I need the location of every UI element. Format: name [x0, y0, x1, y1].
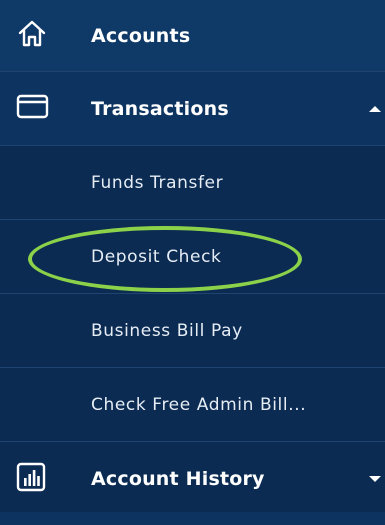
sub-item-funds-transfer[interactable]: Funds Transfer — [0, 146, 385, 220]
bar-chart-icon — [16, 462, 46, 496]
sub-item-label: Funds Transfer — [91, 172, 224, 193]
chevron-down-icon[interactable] — [369, 475, 381, 482]
home-icon — [16, 18, 48, 54]
nav-bottom-strip — [0, 512, 385, 525]
sub-item-label: Check Free Admin Bill... — [91, 394, 307, 415]
sub-item-label: Business Bill Pay — [91, 320, 243, 341]
nav-item-label: Accounts — [91, 24, 191, 47]
nav-item-label: Account History — [91, 467, 265, 490]
nav-item-accounts[interactable]: Accounts — [0, 0, 385, 72]
sub-item-label: Deposit Check — [91, 246, 222, 267]
nav-item-transactions[interactable]: Transactions — [0, 72, 385, 146]
sub-item-business-bill-pay[interactable]: Business Bill Pay — [0, 294, 385, 368]
nav-item-account-history[interactable]: Account History — [0, 442, 385, 516]
card-icon — [16, 93, 50, 125]
sidebar-nav: Accounts Transactions Funds Transfer Dep… — [0, 0, 385, 525]
nav-item-label: Transactions — [91, 97, 229, 120]
sub-item-check-free-admin-bill[interactable]: Check Free Admin Bill... — [0, 368, 385, 442]
chevron-up-icon[interactable] — [369, 105, 381, 112]
sub-item-deposit-check[interactable]: Deposit Check — [0, 220, 385, 294]
